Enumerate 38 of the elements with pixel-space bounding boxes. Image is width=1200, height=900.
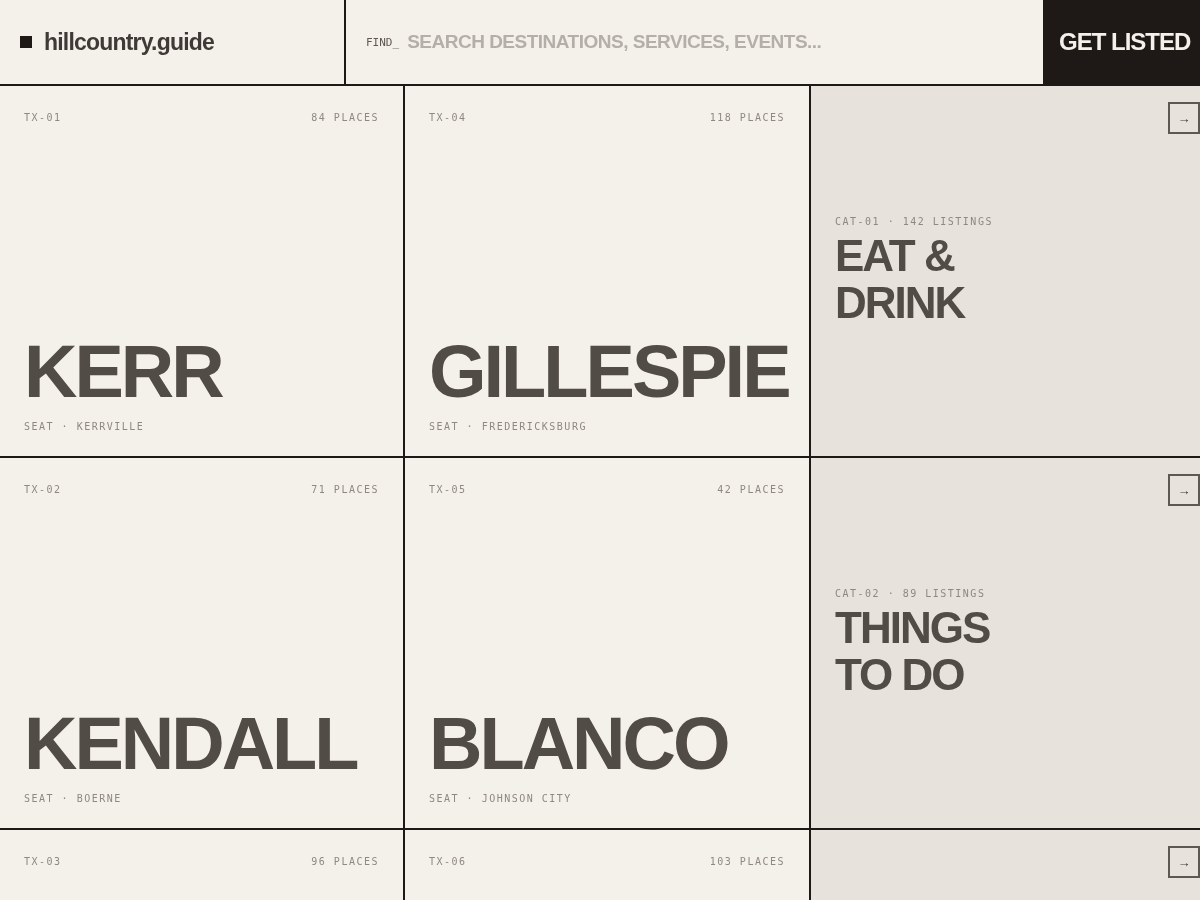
county-seat: SEAT · FREDERICKSBURG — [429, 421, 785, 432]
county-card[interactable]: TX-02 71 PLACES KENDALL SEAT · BOERNE — [0, 458, 403, 828]
county-card[interactable]: TX-05 42 PLACES BLANCO SEAT · JOHNSON CITY — [405, 458, 809, 828]
search-label: FIND_ — [366, 35, 400, 49]
county-code: TX-03 — [24, 856, 62, 867]
category-card[interactable]: → CAT-01 · 142 LISTINGS EAT & DRINK — [811, 86, 1200, 456]
county-name: KENDALL — [24, 705, 359, 783]
places-count: 103 PLACES — [709, 856, 785, 867]
county-seat: SEAT · JOHNSON CITY — [429, 793, 785, 804]
category-title: EAT & DRINK — [835, 233, 966, 326]
places-count: 84 PLACES — [311, 112, 379, 123]
category-title: THINGS TO DO — [835, 605, 991, 698]
county-code: TX-04 — [429, 112, 467, 123]
county-seat: SEAT · KERRVILLE — [24, 421, 379, 432]
site-logo[interactable]: hillcountry.guide — [44, 28, 214, 56]
county-code: TX-01 — [24, 112, 62, 123]
county-card[interactable]: TX-01 84 PLACES KERR SEAT · KERRVILLE — [0, 86, 403, 456]
logo-square-icon — [20, 36, 32, 48]
category-card[interactable]: → CAT-02 · 89 LISTINGS THINGS TO DO — [811, 458, 1200, 828]
search-input[interactable]: SEARCH DESTINATIONS, SERVICES, EVENTS... — [405, 30, 1043, 54]
arrow-button[interactable]: → — [1168, 846, 1200, 878]
county-seat: SEAT · BOERNE — [24, 793, 379, 804]
arrow-button[interactable]: → — [1168, 474, 1200, 506]
places-count: 71 PLACES — [311, 484, 379, 495]
county-code: TX-02 — [24, 484, 62, 495]
search-field[interactable]: FIND_ SEARCH DESTINATIONS, SERVICES, EVENTS... — [346, 0, 1043, 84]
county-card[interactable]: TX-04 118 PLACES GILLESPIE SEAT · FREDERICKSBURG — [405, 86, 809, 456]
county-name: BLANCO — [429, 705, 729, 783]
category-label: CAT-01 · 142 LISTINGS — [835, 216, 994, 228]
county-name: KERR — [24, 333, 224, 411]
arrow-button[interactable]: → — [1168, 102, 1200, 134]
category-label: CAT-02 · 89 LISTINGS — [835, 588, 987, 600]
county-code: TX-06 — [429, 856, 467, 867]
places-count: 118 PLACES — [709, 112, 785, 123]
county-code: TX-05 — [429, 484, 467, 495]
category-card[interactable]: → — [811, 830, 1200, 900]
places-count: 96 PLACES — [311, 856, 379, 867]
places-count: 42 PLACES — [717, 484, 785, 495]
